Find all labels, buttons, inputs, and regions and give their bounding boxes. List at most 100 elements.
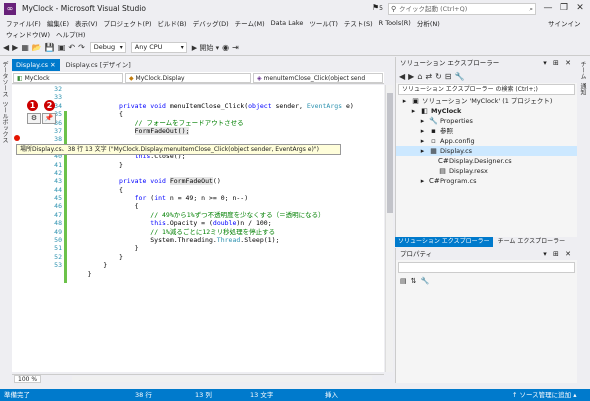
- tab-display-designer[interactable]: Display.cs [デザイン]: [61, 59, 135, 71]
- side-tab[interactable]: チーム: [578, 61, 587, 79]
- code-line[interactable]: private void FormFadeOut(): [72, 177, 382, 186]
- step-icon[interactable]: ⇥: [232, 43, 239, 52]
- code-line[interactable]: }: [72, 261, 382, 269]
- new-project-icon[interactable]: ▦: [21, 43, 29, 52]
- menu-item[interactable]: デバッグ(D): [193, 18, 229, 28]
- redo-icon[interactable]: ↷: [78, 43, 85, 52]
- code-line[interactable]: [72, 169, 382, 177]
- project-nav-select[interactable]: ◧ MyClock: [13, 73, 123, 83]
- code-line[interactable]: }: [72, 161, 382, 169]
- side-tab[interactable]: ツールボックス: [0, 101, 9, 143]
- menu-item[interactable]: 表示(V): [75, 18, 98, 28]
- code-line[interactable]: // フォームをフェードアウトさせる: [72, 119, 382, 127]
- tree-item[interactable]: ▸ 🔧 Properties: [396, 116, 577, 126]
- menu-item[interactable]: 編集(E): [47, 18, 69, 28]
- source-control-button[interactable]: ↑ ソース管理に追加 ▴: [512, 389, 577, 401]
- code-line[interactable]: this.Opacity = (double)n / 100;: [72, 219, 382, 227]
- code-line[interactable]: [72, 93, 382, 101]
- menu-item[interactable]: R Tools(R): [379, 19, 411, 27]
- pin-icon[interactable]: 📌: [42, 113, 56, 124]
- tree-item[interactable]: ▸ ▣ ソリューション 'MyClock' (1 プロジェクト): [396, 96, 577, 106]
- refresh-icon[interactable]: ↻: [435, 72, 442, 81]
- back-icon[interactable]: ◀: [399, 72, 405, 81]
- zoom-select[interactable]: 100 %: [14, 375, 42, 383]
- code-line[interactable]: private void menuItemClose_Click(object …: [72, 102, 382, 110]
- menu-item[interactable]: ファイル(F): [6, 18, 41, 28]
- editor-vertical-scrollbar[interactable]: [385, 85, 393, 372]
- code-line[interactable]: FormFadeOut();: [72, 126, 382, 135]
- code-line[interactable]: }: [72, 253, 382, 261]
- side-tab[interactable]: 通知: [578, 83, 587, 95]
- solution-search-input[interactable]: ソリューション エクスプローラー の検索 (Ctrl+;): [398, 84, 575, 95]
- close-icon[interactable]: ✕: [50, 61, 55, 69]
- code-line[interactable]: // 1%減るごとに12ミリ秒処理を停止する: [72, 228, 382, 236]
- undo-icon[interactable]: ↶: [68, 43, 75, 52]
- tree-item[interactable]: ▸ C#Program.cs: [396, 176, 577, 186]
- start-button[interactable]: ▶ 開始 ▾: [192, 43, 219, 53]
- wrench-icon[interactable]: 🔧: [455, 72, 465, 81]
- sync-icon[interactable]: ⇄: [425, 72, 432, 81]
- code-line[interactable]: System.Threading.Thread.Sleep(1);: [72, 236, 382, 244]
- menu-item[interactable]: ツール(T): [309, 18, 338, 28]
- expand-arrow-icon[interactable]: ▸: [418, 146, 427, 156]
- breakpoint-marker[interactable]: [14, 135, 20, 141]
- expand-arrow-icon[interactable]: ▸: [400, 96, 409, 106]
- platform-select[interactable]: Any CPU ▾: [130, 42, 187, 53]
- code-line[interactable]: [72, 135, 382, 143]
- menu-item[interactable]: テスト(S): [344, 18, 373, 28]
- forward-icon[interactable]: ▶: [12, 43, 18, 52]
- save-icon[interactable]: 💾: [45, 43, 55, 52]
- open-folder-icon[interactable]: 📂: [32, 43, 42, 52]
- code-line[interactable]: }: [72, 270, 382, 278]
- menu-item[interactable]: チーム(M): [235, 18, 265, 28]
- home-icon[interactable]: ⌂: [417, 72, 422, 81]
- restore-button[interactable]: ❐: [556, 2, 572, 16]
- member-nav-select[interactable]: ◈ menuItemClose_Click(object send: [253, 73, 383, 83]
- code-text[interactable]: private void menuItemClose_Click(object …: [72, 85, 382, 372]
- code-line[interactable]: {: [72, 110, 382, 118]
- code-line[interactable]: for (int n = 49; n >= 0; n--): [72, 194, 382, 202]
- tree-item[interactable]: ▸ ▫ App.config: [396, 136, 577, 146]
- breakpoint-icon[interactable]: ◉: [222, 43, 229, 52]
- menu-item[interactable]: ヘルプ(H): [56, 29, 85, 39]
- bottom-panel-tab[interactable]: チーム エクスプローラー: [495, 237, 569, 247]
- categorized-icon[interactable]: ▤: [400, 277, 411, 285]
- code-line[interactable]: }: [72, 244, 382, 252]
- expand-arrow-icon[interactable]: ▸: [418, 176, 427, 186]
- menu-item[interactable]: 分析(N): [417, 18, 440, 28]
- forward-icon[interactable]: ▶: [408, 72, 414, 81]
- class-nav-select[interactable]: ◆ MyClock.Display: [125, 73, 251, 83]
- scrollbar-thumb[interactable]: [387, 93, 393, 213]
- save-all-icon[interactable]: ▣: [58, 43, 66, 52]
- panel-window-buttons[interactable]: ▾ ⊞ ✕: [543, 57, 573, 69]
- tree-item[interactable]: ▸ ▪ 参照: [396, 126, 577, 136]
- expand-arrow-icon[interactable]: ▸: [409, 106, 418, 116]
- panel-window-buttons[interactable]: ▾ ⊞ ✕: [543, 248, 573, 260]
- notification-flag-icon[interactable]: ⚑5: [372, 3, 383, 12]
- code-line[interactable]: {: [72, 202, 382, 210]
- horizontal-scrollbar[interactable]: [72, 376, 372, 382]
- wrench-icon[interactable]: 🔧: [421, 277, 434, 285]
- back-icon[interactable]: ◀: [3, 43, 9, 52]
- tree-item[interactable]: ▤ Display.resx: [396, 166, 577, 176]
- code-editor[interactable]: 3233343536373839404142434445464748495051…: [12, 85, 384, 372]
- tree-item[interactable]: C#Display.Designer.cs: [396, 156, 577, 166]
- expand-arrow-icon[interactable]: ▸: [418, 136, 427, 146]
- properties-object-select[interactable]: [398, 262, 575, 273]
- signin-link[interactable]: サインイン: [548, 18, 581, 28]
- gear-icon[interactable]: ⚙: [27, 113, 41, 124]
- menu-item[interactable]: Data Lake: [271, 19, 304, 27]
- indicator-margin[interactable]: [12, 85, 38, 372]
- expand-arrow-icon[interactable]: ▸: [418, 116, 427, 126]
- bottom-panel-tab[interactable]: ソリューション エクスプローラー: [395, 237, 493, 247]
- menu-item[interactable]: ビルド(B): [158, 18, 187, 28]
- menu-item[interactable]: プロジェクト(P): [104, 18, 152, 28]
- code-line[interactable]: // 49%から1%ずつ不透明度を少なくする（＝透明になる）: [72, 211, 382, 219]
- menu-item[interactable]: ウィンドウ(W): [6, 29, 50, 39]
- expand-arrow-icon[interactable]: ▸: [418, 126, 427, 136]
- code-line[interactable]: [72, 85, 382, 93]
- tree-item[interactable]: ▸ ▦ Display.cs: [396, 146, 577, 156]
- minimize-button[interactable]: —: [540, 2, 556, 16]
- side-tab[interactable]: データソース: [0, 61, 9, 97]
- tab-display-cs[interactable]: Display.cs ✕: [12, 59, 60, 71]
